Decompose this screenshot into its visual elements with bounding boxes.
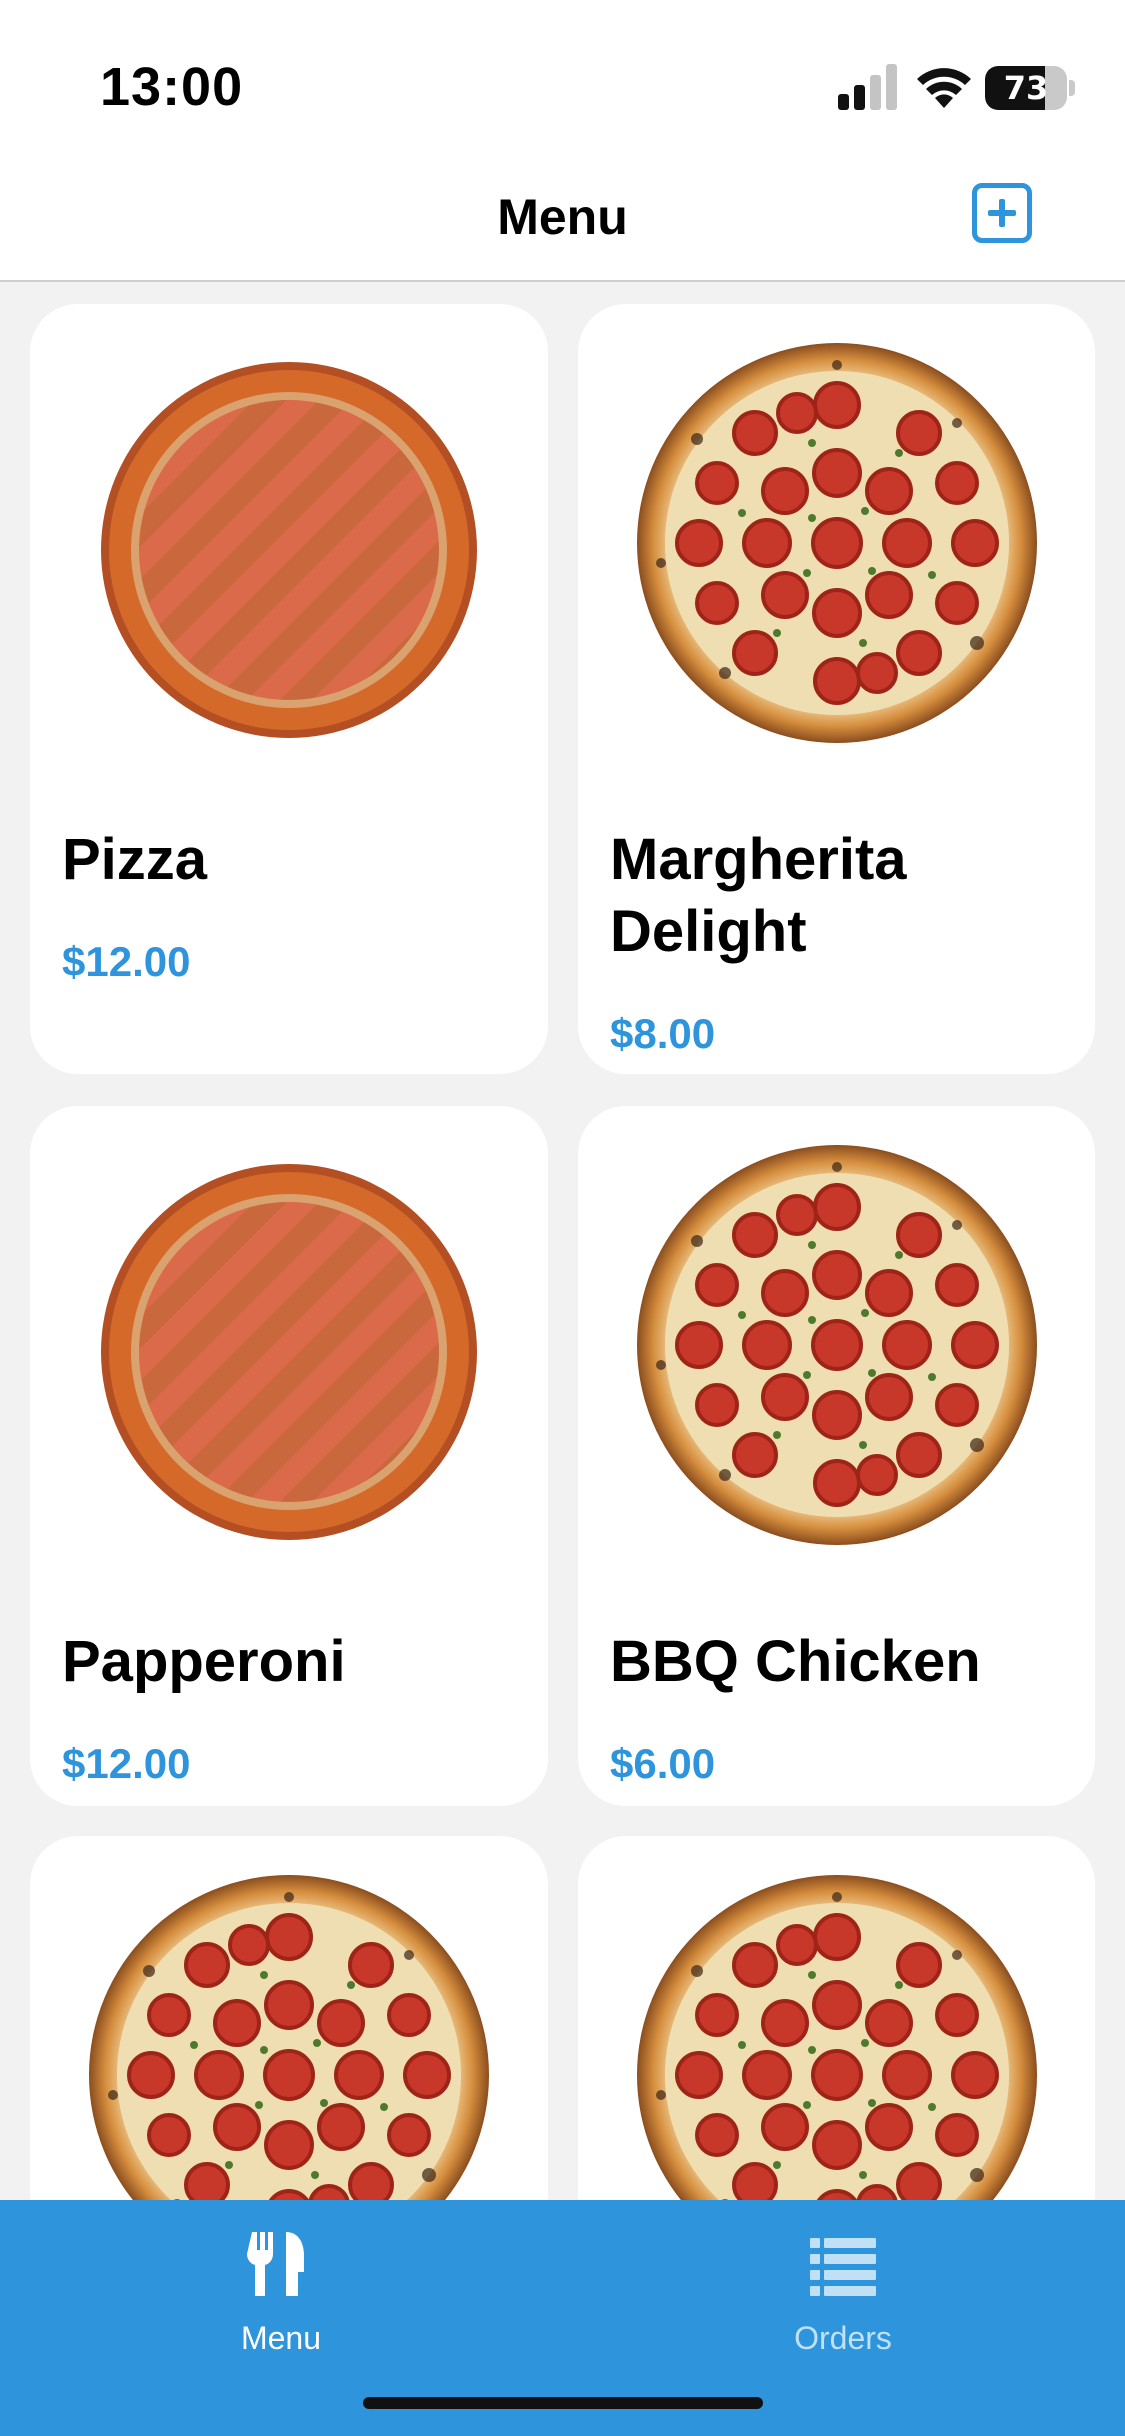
pepperoni-pizza-image bbox=[578, 1145, 1095, 1545]
menu-item-card[interactable]: Papperoni $12.00 bbox=[30, 1106, 548, 1806]
item-name: Papperoni bbox=[62, 1629, 346, 1694]
menu-screen: 13:00 73 Menu Pizza $12.00 Margherita De… bbox=[0, 0, 1125, 2436]
menu-item-card[interactable]: BBQ Chicken $6.00 bbox=[578, 1106, 1095, 1806]
status-time: 13:00 bbox=[100, 57, 244, 117]
pepperoni-pizza-image bbox=[578, 343, 1095, 743]
menu-item-card[interactable]: Margherita Delight $8.00 bbox=[578, 304, 1095, 1074]
navigation-bar: Menu bbox=[0, 160, 1125, 282]
page-title: Menu bbox=[497, 189, 628, 245]
item-name: Pizza bbox=[62, 827, 208, 892]
battery-tip bbox=[1069, 80, 1075, 96]
utensils-icon bbox=[247, 2232, 304, 2296]
home-indicator bbox=[363, 2397, 763, 2409]
item-price: $8.00 bbox=[610, 1010, 716, 1057]
pepperoni-pizza-image bbox=[30, 1875, 548, 2200]
battery-icon: 73 bbox=[985, 66, 1075, 110]
list-icon bbox=[810, 2238, 876, 2296]
status-bar: 13:00 73 bbox=[0, 0, 1125, 160]
tab-orders[interactable]: Orders bbox=[693, 2200, 993, 2380]
item-price: $6.00 bbox=[610, 1740, 716, 1787]
cellular-signal-icon bbox=[838, 64, 897, 110]
menu-item-card[interactable] bbox=[30, 1836, 548, 2200]
placeholder-pizza-icon bbox=[30, 1162, 548, 1542]
item-price: $12.00 bbox=[62, 938, 191, 985]
item-name: Margherita Delight bbox=[610, 827, 907, 964]
menu-item-card[interactable]: Pizza $12.00 bbox=[30, 304, 548, 1074]
item-name: BBQ Chicken bbox=[610, 1629, 981, 1694]
battery-level: 73 bbox=[1003, 69, 1049, 107]
pepperoni-pizza-image bbox=[578, 1875, 1095, 2200]
add-item-button[interactable] bbox=[972, 183, 1032, 243]
tab-label: Menu bbox=[240, 2320, 322, 2356]
placeholder-pizza-icon bbox=[30, 360, 548, 740]
tab-label: Orders bbox=[794, 2320, 892, 2356]
menu-item-card[interactable] bbox=[578, 1836, 1095, 2200]
menu-grid[interactable]: Pizza $12.00 Margherita Delight $8.00 Pa… bbox=[0, 284, 1125, 2200]
wifi-icon bbox=[917, 68, 971, 108]
item-price: $12.00 bbox=[62, 1740, 191, 1787]
battery-body: 73 bbox=[985, 66, 1067, 110]
tab-menu[interactable]: Menu bbox=[131, 2200, 431, 2380]
